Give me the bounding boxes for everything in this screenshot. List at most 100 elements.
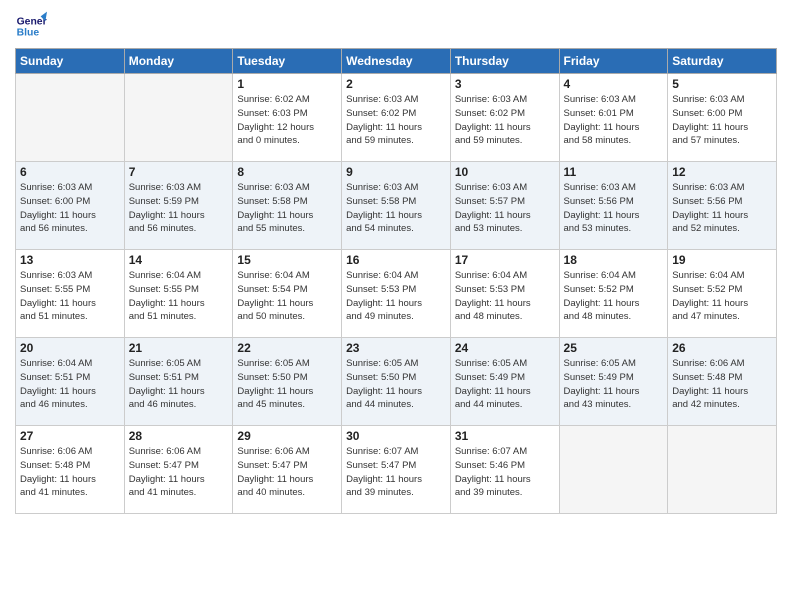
day-info: Sunrise: 6:04 AMSunset: 5:54 PMDaylight:… — [237, 269, 337, 324]
day-number: 6 — [20, 165, 120, 179]
day-info: Sunrise: 6:04 AMSunset: 5:53 PMDaylight:… — [346, 269, 446, 324]
day-number: 13 — [20, 253, 120, 267]
calendar-cell: 23 Sunrise: 6:05 AMSunset: 5:50 PMDayligh… — [342, 338, 451, 426]
calendar-week-row: 6 Sunrise: 6:03 AMSunset: 6:00 PMDaylight… — [16, 162, 777, 250]
day-number: 9 — [346, 165, 446, 179]
day-info: Sunrise: 6:06 AMSunset: 5:48 PMDaylight:… — [20, 445, 120, 500]
day-number: 10 — [455, 165, 555, 179]
calendar-cell: 24 Sunrise: 6:05 AMSunset: 5:49 PMDayligh… — [450, 338, 559, 426]
calendar-cell: 26 Sunrise: 6:06 AMSunset: 5:48 PMDayligh… — [668, 338, 777, 426]
calendar-cell: 15Sunrise: 6:04 AMSunset: 5:54 PMDayligh… — [233, 250, 342, 338]
weekday-header: Monday — [124, 49, 233, 74]
calendar-cell: 22 Sunrise: 6:05 AMSunset: 5:50 PMDayligh… — [233, 338, 342, 426]
logo: General Blue — [15, 10, 47, 42]
day-info: Sunrise: 6:06 AMSunset: 5:48 PMDaylight:… — [672, 357, 772, 412]
day-number: 26 — [672, 341, 772, 355]
day-info: Sunrise: 6:07 AMSunset: 5:46 PMDaylight:… — [455, 445, 555, 500]
day-number: 28 — [129, 429, 229, 443]
day-info: Sunrise: 6:05 AMSunset: 5:49 PMDaylight:… — [564, 357, 664, 412]
calendar-cell: 6 Sunrise: 6:03 AMSunset: 6:00 PMDaylight… — [16, 162, 125, 250]
day-info: Sunrise: 6:03 AMSunset: 6:00 PMDaylight:… — [20, 181, 120, 236]
calendar-cell: 16Sunrise: 6:04 AMSunset: 5:53 PMDayligh… — [342, 250, 451, 338]
weekday-header-row: SundayMondayTuesdayWednesdayThursdayFrid… — [16, 49, 777, 74]
day-info: Sunrise: 6:03 AMSunset: 6:02 PMDaylight:… — [346, 93, 446, 148]
day-info: Sunrise: 6:03 AMSunset: 5:59 PMDaylight:… — [129, 181, 229, 236]
svg-text:Blue: Blue — [17, 28, 40, 39]
page: General Blue SundayMondayTuesdayWednesda… — [0, 0, 792, 612]
weekday-header: Tuesday — [233, 49, 342, 74]
day-info: Sunrise: 6:03 AMSunset: 6:01 PMDaylight:… — [564, 93, 664, 148]
weekday-header: Friday — [559, 49, 668, 74]
calendar-cell: 29 Sunrise: 6:06 AMSunset: 5:47 PMDayligh… — [233, 426, 342, 514]
day-number: 1 — [237, 77, 337, 91]
calendar-cell: 17Sunrise: 6:04 AMSunset: 5:53 PMDayligh… — [450, 250, 559, 338]
weekday-header: Wednesday — [342, 49, 451, 74]
calendar-cell: 20Sunrise: 6:04 AMSunset: 5:51 PMDayligh… — [16, 338, 125, 426]
day-number: 29 — [237, 429, 337, 443]
day-info: Sunrise: 6:05 AMSunset: 5:49 PMDaylight:… — [455, 357, 555, 412]
calendar-cell: 28 Sunrise: 6:06 AMSunset: 5:47 PMDayligh… — [124, 426, 233, 514]
day-info: Sunrise: 6:06 AMSunset: 5:47 PMDaylight:… — [237, 445, 337, 500]
calendar-cell — [124, 74, 233, 162]
day-info: Sunrise: 6:05 AMSunset: 5:51 PMDaylight:… — [129, 357, 229, 412]
day-number: 22 — [237, 341, 337, 355]
day-number: 18 — [564, 253, 664, 267]
day-info: Sunrise: 6:06 AMSunset: 5:47 PMDaylight:… — [129, 445, 229, 500]
weekday-header: Saturday — [668, 49, 777, 74]
calendar-cell: 10 Sunrise: 6:03 AMSunset: 5:57 PMDayligh… — [450, 162, 559, 250]
calendar-week-row: 20Sunrise: 6:04 AMSunset: 5:51 PMDayligh… — [16, 338, 777, 426]
calendar-cell: 9 Sunrise: 6:03 AMSunset: 5:58 PMDaylight… — [342, 162, 451, 250]
calendar-cell: 8Sunrise: 6:03 AMSunset: 5:58 PMDaylight… — [233, 162, 342, 250]
calendar-cell: 19 Sunrise: 6:04 AMSunset: 5:52 PMDayligh… — [668, 250, 777, 338]
calendar-week-row: 13 Sunrise: 6:03 AMSunset: 5:55 PMDayligh… — [16, 250, 777, 338]
day-number: 4 — [564, 77, 664, 91]
day-info: Sunrise: 6:04 AMSunset: 5:52 PMDaylight:… — [672, 269, 772, 324]
day-info: Sunrise: 6:03 AMSunset: 5:58 PMDaylight:… — [237, 181, 337, 236]
calendar-cell — [668, 426, 777, 514]
day-number: 24 — [455, 341, 555, 355]
calendar-cell: 25Sunrise: 6:05 AMSunset: 5:49 PMDayligh… — [559, 338, 668, 426]
day-number: 30 — [346, 429, 446, 443]
day-info: Sunrise: 6:03 AMSunset: 6:00 PMDaylight:… — [672, 93, 772, 148]
day-info: Sunrise: 6:05 AMSunset: 5:50 PMDaylight:… — [346, 357, 446, 412]
calendar-cell: 4 Sunrise: 6:03 AMSunset: 6:01 PMDaylight… — [559, 74, 668, 162]
calendar-cell: 31Sunrise: 6:07 AMSunset: 5:46 PMDayligh… — [450, 426, 559, 514]
calendar-cell: 11Sunrise: 6:03 AMSunset: 5:56 PMDayligh… — [559, 162, 668, 250]
calendar-cell: 14 Sunrise: 6:04 AMSunset: 5:55 PMDayligh… — [124, 250, 233, 338]
calendar-cell: 3 Sunrise: 6:03 AMSunset: 6:02 PMDaylight… — [450, 74, 559, 162]
day-info: Sunrise: 6:04 AMSunset: 5:55 PMDaylight:… — [129, 269, 229, 324]
day-number: 23 — [346, 341, 446, 355]
logo-icon: General Blue — [15, 10, 47, 42]
day-info: Sunrise: 6:03 AMSunset: 5:57 PMDaylight:… — [455, 181, 555, 236]
day-number: 21 — [129, 341, 229, 355]
day-info: Sunrise: 6:03 AMSunset: 5:58 PMDaylight:… — [346, 181, 446, 236]
day-number: 19 — [672, 253, 772, 267]
calendar-cell: 1Sunrise: 6:02 AMSunset: 6:03 PMDaylight… — [233, 74, 342, 162]
calendar-cell: 27 Sunrise: 6:06 AMSunset: 5:48 PMDayligh… — [16, 426, 125, 514]
calendar-cell: 5 Sunrise: 6:03 AMSunset: 6:00 PMDaylight… — [668, 74, 777, 162]
calendar-cell: 21 Sunrise: 6:05 AMSunset: 5:51 PMDayligh… — [124, 338, 233, 426]
day-info: Sunrise: 6:07 AMSunset: 5:47 PMDaylight:… — [346, 445, 446, 500]
calendar-cell: 12 Sunrise: 6:03 AMSunset: 5:56 PMDayligh… — [668, 162, 777, 250]
day-info: Sunrise: 6:04 AMSunset: 5:52 PMDaylight:… — [564, 269, 664, 324]
day-number: 5 — [672, 77, 772, 91]
day-number: 14 — [129, 253, 229, 267]
day-number: 20 — [20, 341, 120, 355]
day-number: 3 — [455, 77, 555, 91]
calendar-week-row: 27 Sunrise: 6:06 AMSunset: 5:48 PMDayligh… — [16, 426, 777, 514]
day-number: 12 — [672, 165, 772, 179]
calendar-cell: 2 Sunrise: 6:03 AMSunset: 6:02 PMDaylight… — [342, 74, 451, 162]
weekday-header: Thursday — [450, 49, 559, 74]
day-info: Sunrise: 6:03 AMSunset: 6:02 PMDaylight:… — [455, 93, 555, 148]
day-info: Sunrise: 6:05 AMSunset: 5:50 PMDaylight:… — [237, 357, 337, 412]
calendar-cell: 7Sunrise: 6:03 AMSunset: 5:59 PMDaylight… — [124, 162, 233, 250]
day-number: 17 — [455, 253, 555, 267]
day-number: 2 — [346, 77, 446, 91]
day-info: Sunrise: 6:03 AMSunset: 5:55 PMDaylight:… — [20, 269, 120, 324]
day-number: 11 — [564, 165, 664, 179]
calendar-cell: 30 Sunrise: 6:07 AMSunset: 5:47 PMDayligh… — [342, 426, 451, 514]
calendar-cell: 13 Sunrise: 6:03 AMSunset: 5:55 PMDayligh… — [16, 250, 125, 338]
day-number: 27 — [20, 429, 120, 443]
calendar-cell: 18 Sunrise: 6:04 AMSunset: 5:52 PMDayligh… — [559, 250, 668, 338]
day-info: Sunrise: 6:03 AMSunset: 5:56 PMDaylight:… — [672, 181, 772, 236]
